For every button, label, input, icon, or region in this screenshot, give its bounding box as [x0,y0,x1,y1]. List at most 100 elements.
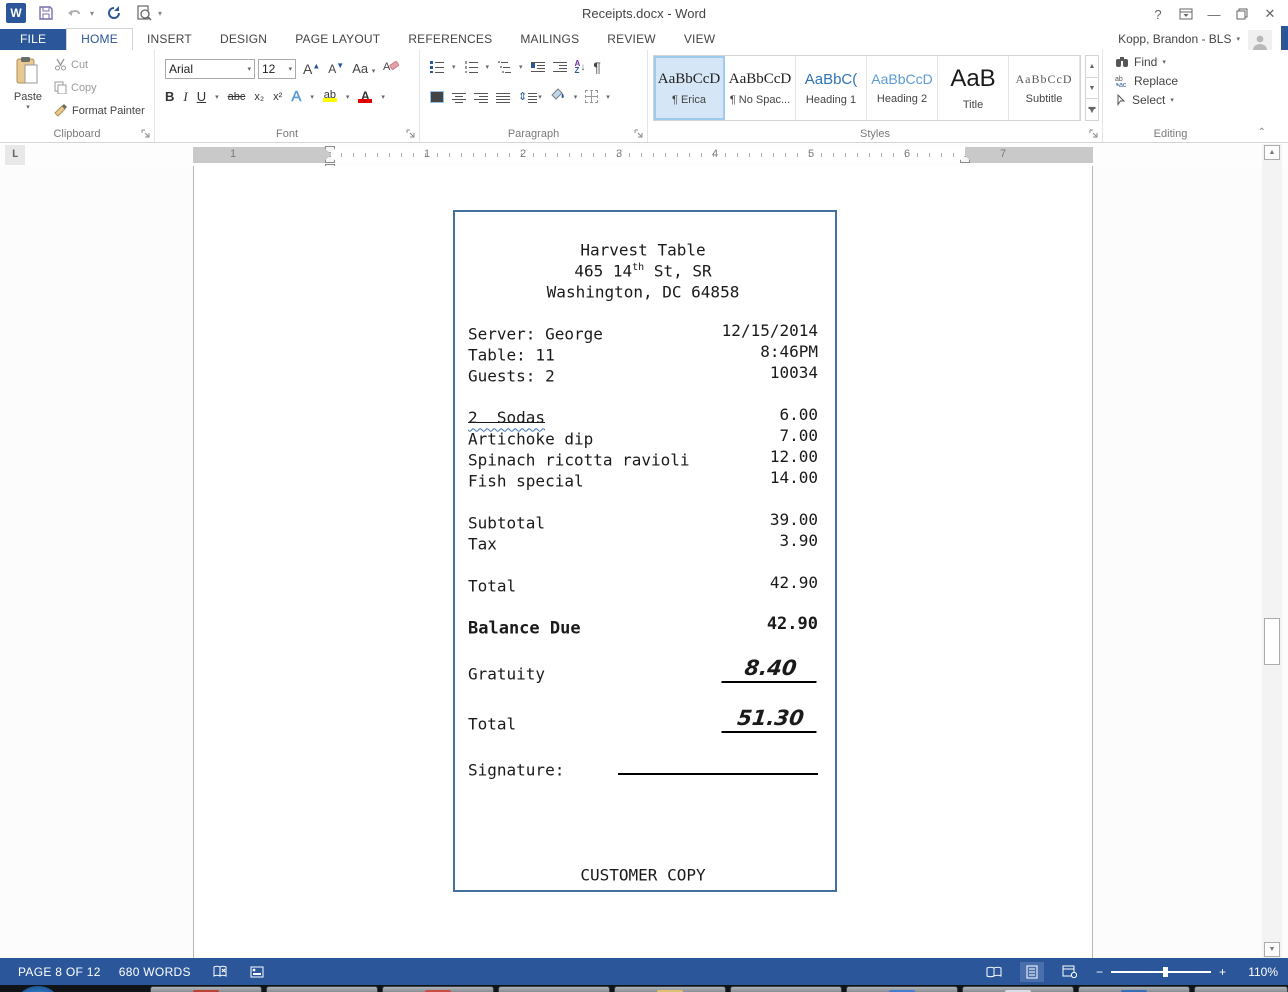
undo-icon[interactable] [66,3,86,23]
ribbon-tab[interactable]: DESIGN [206,29,281,50]
align-center-icon[interactable] [452,91,466,103]
text-effects-button[interactable]: A [291,88,301,105]
receipt-text-box[interactable]: Harvest Table 465 14th St, SR Washington… [453,210,837,892]
font-size-combo[interactable]: 12▾ [258,59,296,79]
format-painter-button[interactable]: Format Painter [54,104,145,117]
cut-button[interactable]: Cut [54,58,88,71]
select-button[interactable]: Select▾ [1115,93,1238,107]
zoom-percentage[interactable]: 110% [1240,965,1278,979]
taskbar[interactable] [0,985,1288,992]
bullets-icon[interactable] [430,61,444,73]
superscript-button[interactable]: x² [273,91,282,103]
taskbar-app-button[interactable] [266,986,378,992]
ribbon-display-options-button[interactable] [1172,3,1200,25]
scroll-down-icon[interactable]: ▼ [1264,942,1280,957]
ribbon-tab[interactable]: HOME [66,28,133,50]
vertical-scrollbar[interactable]: ▲ ▼ [1262,144,1282,958]
restore-button[interactable] [1228,3,1256,25]
ribbon-tab[interactable]: REVIEW [593,29,670,50]
ribbon-tab[interactable]: MAILINGS [506,29,593,50]
underline-dropdown-icon[interactable]: ▾ [215,93,219,101]
increase-indent-icon[interactable] [553,61,567,73]
zoom-thumb[interactable] [1163,967,1168,977]
paragraph-dialog-launcher[interactable] [634,129,644,139]
print-layout-icon[interactable] [1020,962,1044,982]
borders-icon[interactable] [585,90,598,103]
styles-dialog-launcher[interactable] [1089,129,1099,139]
justify-icon[interactable] [496,91,510,103]
find-button[interactable]: Find▾ [1115,55,1238,69]
show-hide-pilcrow-icon[interactable]: ¶ [593,59,601,75]
page-indicator[interactable]: PAGE 8 OF 12 [18,965,101,979]
styles-scroll-up-icon[interactable]: ▲ [1085,55,1099,78]
tab-selector[interactable]: L [5,145,25,165]
ribbon-tab[interactable]: FILE [0,29,66,50]
zoom-in-button[interactable]: + [1219,965,1226,979]
style-item[interactable]: AaBbCcD ¶ Erica [654,56,725,120]
word-count[interactable]: 680 WORDS [119,965,191,979]
align-left-icon[interactable] [430,91,444,103]
change-case-button[interactable]: Aa ▾ [352,61,375,76]
decrease-indent-icon[interactable] [531,61,545,73]
horizontal-ruler[interactable]: 11234567 [193,147,1093,163]
sort-icon[interactable]: AZ↓ [575,60,586,74]
scroll-up-icon[interactable]: ▲ [1264,145,1280,160]
read-mode-icon[interactable] [982,962,1006,982]
style-item[interactable]: AaBbCcD Heading 2 [867,56,938,120]
grow-font-button[interactable]: A▲ [303,61,320,77]
shading-icon[interactable] [550,87,566,106]
italic-button[interactable]: I [183,89,187,105]
taskbar-app-button[interactable] [962,986,1074,992]
zoom-out-button[interactable]: − [1096,965,1103,979]
print-preview-icon[interactable] [134,3,154,23]
highlight-button[interactable]: ab [323,91,337,102]
copy-button[interactable]: Copy [54,81,97,94]
minimize-button[interactable]: — [1200,3,1228,25]
style-item[interactable]: AaBbCcD Subtitle [1009,56,1080,120]
style-item[interactable]: AaB Title [938,56,1009,120]
strikethrough-button[interactable]: abc [228,91,246,103]
taskbar-app-button[interactable] [382,986,494,992]
taskbar-app-button[interactable] [846,986,958,992]
taskbar-app-button[interactable] [498,986,610,992]
multilevel-list-icon[interactable] [497,61,511,73]
styles-scroll-down-icon[interactable]: ▼ [1085,78,1099,100]
customize-qat-icon[interactable]: ▾ [158,9,162,18]
shrink-font-button[interactable]: A▼ [328,61,344,76]
taskbar-app-button[interactable] [1194,986,1288,992]
document-page[interactable]: Harvest Table 465 14th St, SR Washington… [193,166,1093,958]
taskbar-app-button[interactable] [730,986,842,992]
ribbon-tab[interactable]: REFERENCES [394,29,506,50]
macro-recording-icon[interactable] [250,966,264,978]
account-menu[interactable]: Kopp, Brandon - BLS ▾ [1118,32,1240,46]
underline-button[interactable]: U [197,89,206,104]
taskbar-app-button[interactable] [150,986,262,992]
start-button[interactable] [18,986,58,992]
font-name-combo[interactable]: Arial▾ [165,59,255,79]
style-item[interactable]: AaBbC( Heading 1 [796,56,867,120]
undo-dropdown-icon[interactable]: ▾ [90,9,94,18]
close-button[interactable]: ✕ [1256,3,1284,25]
paste-button[interactable]: Paste ▾ [8,56,48,122]
ribbon-tab[interactable]: PAGE LAYOUT [281,29,394,50]
numbering-icon[interactable] [464,61,478,73]
taskbar-app-button[interactable] [614,986,726,992]
web-layout-icon[interactable] [1058,962,1082,982]
subscript-button[interactable]: x₂ [254,91,264,103]
bold-button[interactable]: B [165,89,174,104]
font-color-button[interactable]: A [358,91,372,103]
styles-gallery-expand-icon[interactable]: ▬▼ [1085,99,1099,121]
align-right-icon[interactable] [474,91,488,103]
replace-button[interactable]: abac Replace [1115,74,1238,88]
zoom-track[interactable] [1111,971,1211,973]
zoom-slider[interactable]: − + [1096,965,1226,979]
clear-formatting-button[interactable]: A [383,59,399,78]
ribbon-tab[interactable]: INSERT [133,29,206,50]
collapse-ribbon-icon[interactable]: ⌃ [1258,127,1266,138]
proofing-errors-icon[interactable] [213,965,228,979]
line-spacing-icon[interactable]: ⇕▾ [518,90,542,103]
taskbar-app-button[interactable] [1078,986,1190,992]
help-button[interactable]: ? [1144,3,1172,25]
avatar[interactable] [1248,30,1272,50]
scrollbar-thumb[interactable] [1264,618,1280,665]
